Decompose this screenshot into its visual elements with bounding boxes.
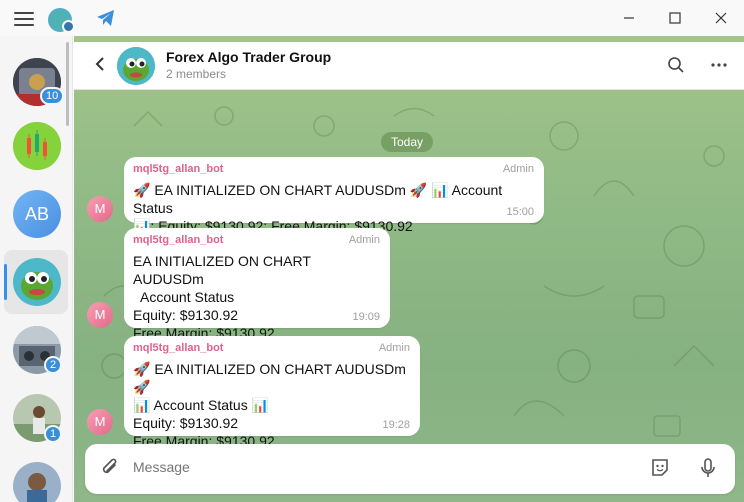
- more-options-icon[interactable]: [710, 56, 728, 74]
- message-composer: [85, 444, 735, 494]
- chat-list-sidebar: 10 AB 2 1: [0, 36, 73, 502]
- message-bubble[interactable]: mql5tg_allan_bot Admin EA INITIALIZED ON…: [124, 228, 390, 341]
- chat-avatar-forex-group[interactable]: [13, 258, 61, 306]
- chat-area: Forex Algo Trader Group 2 members Today …: [74, 36, 744, 502]
- message-text: 🚀 EA INITIALIZED ON CHART AUDUSDm 🚀 📊 Ac…: [133, 182, 503, 234]
- message-time: 19:09: [352, 311, 380, 323]
- chat-avatar-2[interactable]: [13, 122, 61, 170]
- message-sender[interactable]: mql5tg_allan_bot: [133, 342, 410, 356]
- minimize-icon[interactable]: [606, 0, 652, 36]
- attach-icon[interactable]: [99, 457, 121, 479]
- search-icon[interactable]: [667, 56, 685, 74]
- chat-header: Forex Algo Trader Group 2 members: [74, 42, 744, 90]
- sticker-icon[interactable]: [649, 457, 671, 479]
- unread-badge: 10: [40, 87, 65, 105]
- chat-title[interactable]: Forex Algo Trader Group: [166, 49, 331, 65]
- telegram-logo-icon: [97, 10, 114, 26]
- message-time: 15:00: [506, 206, 534, 218]
- member-count: 2 members: [166, 67, 227, 81]
- close-icon[interactable]: [698, 0, 744, 36]
- sidebar-scrollbar[interactable]: [66, 42, 69, 126]
- unread-badge: 2: [44, 356, 63, 374]
- message-sender[interactable]: mql5tg_allan_bot: [133, 234, 380, 248]
- back-arrow-icon[interactable]: [92, 56, 108, 72]
- admin-label: Admin: [348, 234, 380, 246]
- maximize-icon[interactable]: [652, 0, 698, 36]
- account-avatar[interactable]: [48, 8, 75, 33]
- message-text: EA INITIALIZED ON CHART AUDUSDm Account …: [133, 253, 311, 341]
- message-text: 🚀 EA INITIALIZED ON CHART AUDUSDm🚀 📊 Acc…: [133, 361, 406, 449]
- sender-avatar[interactable]: M: [87, 409, 113, 435]
- message-bubble[interactable]: mql5tg_allan_bot Admin 🚀 EA INITIALIZED …: [124, 336, 420, 449]
- message-bubble[interactable]: mql5tg_allan_bot Admin 🚀 EA INITIALIZED …: [124, 157, 544, 234]
- message-input[interactable]: [133, 459, 593, 475]
- microphone-icon[interactable]: [697, 457, 719, 479]
- admin-label: Admin: [502, 163, 534, 175]
- date-separator: Today: [381, 132, 434, 152]
- unread-badge: 1: [44, 425, 63, 443]
- message-sender[interactable]: mql5tg_allan_bot: [133, 163, 534, 177]
- chat-avatar-ab[interactable]: AB: [13, 190, 61, 238]
- group-avatar[interactable]: [117, 47, 155, 85]
- message-time: 19:28: [382, 419, 410, 431]
- sender-avatar[interactable]: M: [87, 302, 113, 328]
- window-titlebar: [0, 0, 744, 36]
- admin-label: Admin: [378, 342, 410, 354]
- chat-avatar-7[interactable]: [13, 462, 61, 502]
- sender-avatar[interactable]: M: [87, 196, 113, 222]
- menu-icon[interactable]: [14, 12, 34, 26]
- active-chat-indicator: [4, 264, 7, 300]
